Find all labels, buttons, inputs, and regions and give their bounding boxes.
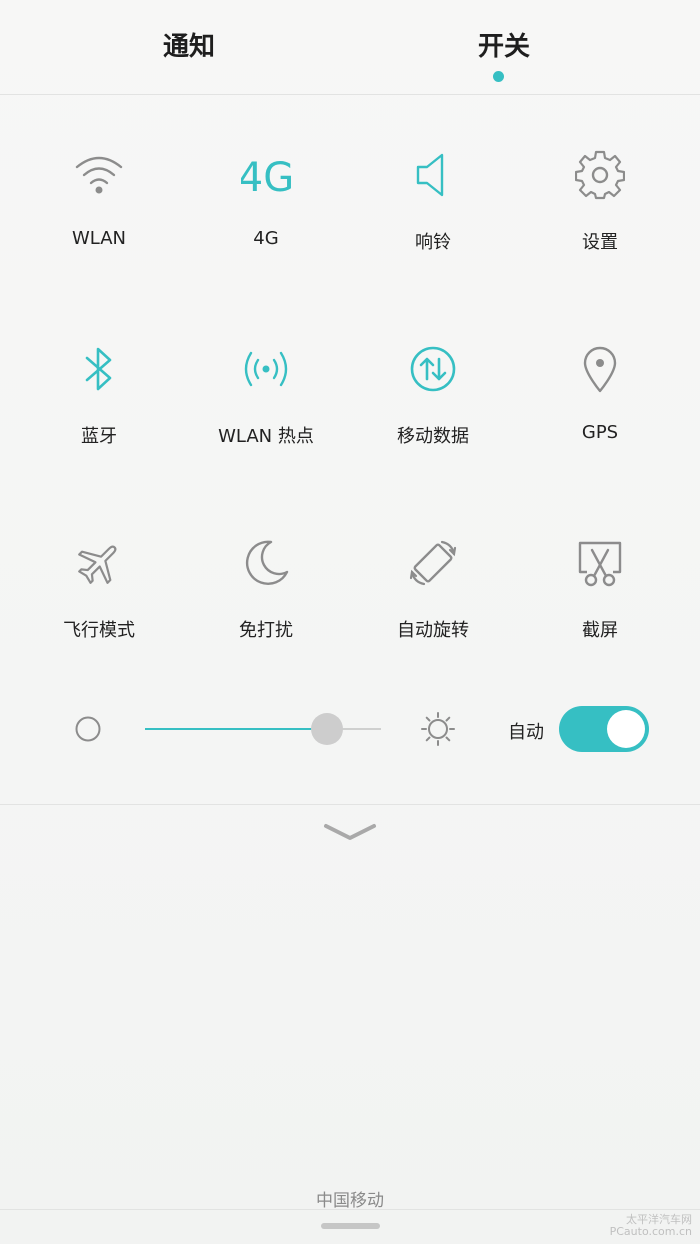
tile-bluetooth[interactable]: 蓝牙 — [15, 288, 183, 447]
speaker-icon — [416, 153, 444, 197]
tile-hotspot[interactable]: WLAN 热点 — [182, 288, 350, 447]
brightness-high-icon — [421, 712, 455, 746]
tile-wlan[interactable]: WLAN — [15, 94, 183, 249]
wifi-icon — [75, 156, 123, 194]
rotate-icon — [409, 540, 457, 586]
tile-label: WLAN — [71, 228, 127, 249]
brightness-slider[interactable] — [145, 713, 381, 745]
tile-label: 飞行模式 — [63, 620, 135, 641]
active-tab-indicator — [493, 71, 504, 82]
tab-notifications[interactable]: 通知 — [163, 26, 215, 63]
brightness-slider-thumb[interactable] — [310, 713, 343, 745]
tile-label: 蓝牙 — [81, 426, 117, 447]
tile-4g[interactable]: 4G 4G — [182, 94, 350, 249]
airplane-icon — [78, 545, 117, 584]
tile-label: WLAN 热点 — [218, 426, 314, 447]
tile-screenshot[interactable]: 截屏 — [516, 482, 684, 641]
panel-tabs: 通知 开关 — [0, 0, 700, 95]
tile-label: 响铃 — [415, 232, 451, 253]
tile-ringer[interactable]: 响铃 — [349, 94, 517, 253]
quick-settings-screen: 通知 开关 WLAN 4G 4G 响铃 设置 蓝牙 WLAN 热点 移动数据 G… — [0, 0, 700, 1244]
tile-do-not-disturb[interactable]: 免打扰 — [182, 482, 350, 641]
screenshot-icon — [578, 541, 622, 587]
brightness-low-icon — [75, 716, 101, 742]
auto-brightness-label: 自动 — [508, 722, 544, 743]
watermark-line2: PCauto.com.cn — [609, 1225, 692, 1238]
mobile-data-icon — [410, 346, 456, 392]
svg-text:4G: 4G — [241, 155, 291, 200]
tile-settings[interactable]: 设置 — [516, 94, 684, 253]
moon-icon — [245, 540, 289, 585]
tile-mobile-data[interactable]: 移动数据 — [349, 288, 517, 447]
drag-handle[interactable] — [321, 1223, 380, 1229]
gear-icon — [575, 150, 625, 200]
toggle-grid: WLAN 4G 4G 响铃 设置 蓝牙 WLAN 热点 移动数据 GPS 飞行模… — [0, 94, 700, 676]
brightness-slider-fill — [145, 728, 327, 730]
toggle-knob — [607, 710, 645, 748]
tile-label: 设置 — [582, 232, 618, 253]
tab-switches[interactable]: 开关 — [478, 26, 530, 63]
chevron-down-icon[interactable] — [320, 818, 380, 848]
auto-brightness-toggle[interactable] — [559, 706, 649, 752]
tile-label: 自动旋转 — [397, 620, 469, 641]
bottom-divider — [0, 1209, 700, 1210]
tile-label: 移动数据 — [397, 426, 469, 447]
brightness-row: 自动 — [0, 676, 700, 805]
tile-airplane-mode[interactable]: 飞行模式 — [15, 482, 183, 641]
tile-auto-rotate[interactable]: 自动旋转 — [349, 482, 517, 641]
tile-label: 4G — [253, 228, 279, 249]
4g-icon: 4G — [241, 155, 291, 200]
watermark: 太平洋汽车网 PCauto.com.cn — [610, 1214, 692, 1238]
tile-label: 截屏 — [582, 620, 618, 641]
carrier-label: 中国移动 — [316, 1191, 384, 1211]
tile-gps[interactable]: GPS — [516, 288, 684, 443]
tile-label: GPS — [581, 422, 619, 443]
bluetooth-icon — [85, 347, 112, 391]
hotspot-icon — [244, 351, 288, 387]
tile-label: 免打扰 — [239, 620, 293, 641]
location-pin-icon — [583, 346, 617, 393]
